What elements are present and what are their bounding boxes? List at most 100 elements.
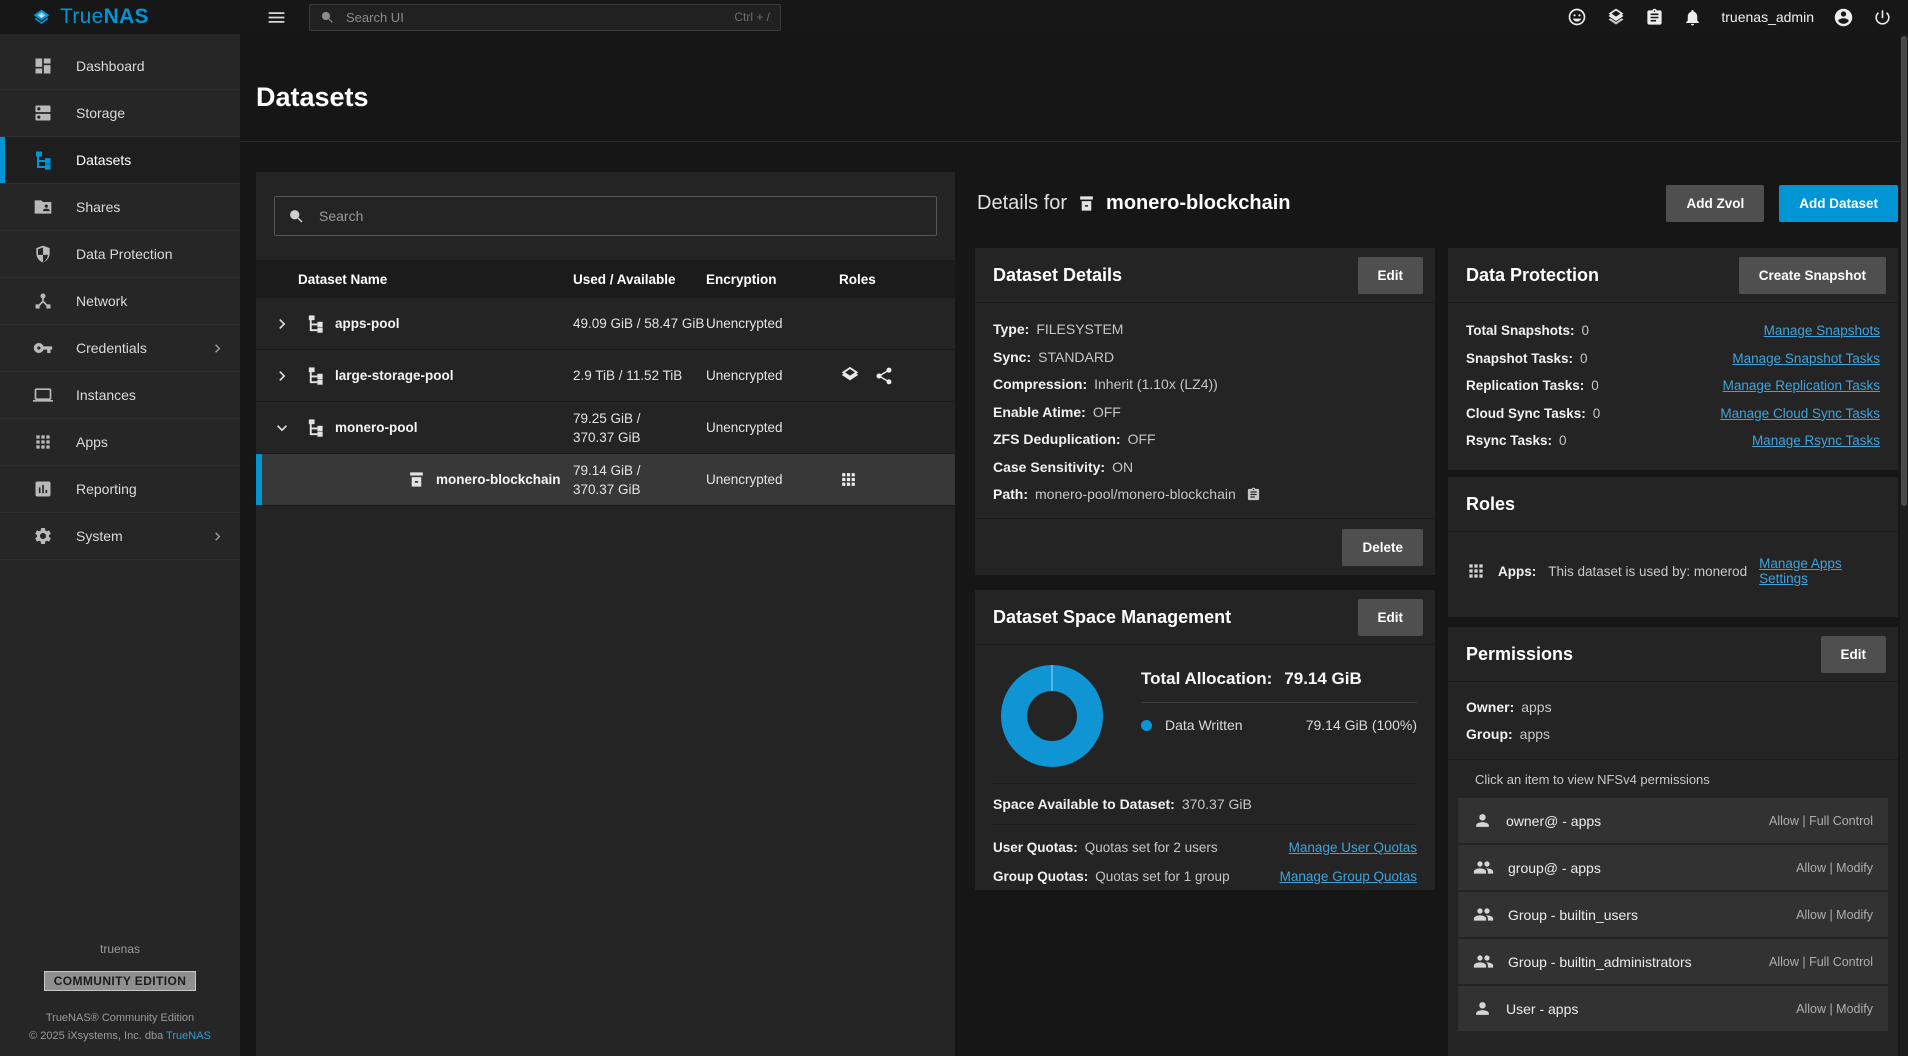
manage-cloud-sync-tasks-link[interactable]: Manage Cloud Sync Tasks bbox=[1720, 400, 1880, 428]
permissions-card: Permissions Edit Owner:apps Group:apps C… bbox=[1448, 627, 1898, 1056]
sidebar-item-reporting[interactable]: Reporting bbox=[0, 466, 240, 513]
detail-row-type: Type:FILESYSTEM bbox=[993, 316, 1417, 344]
laptop-icon bbox=[33, 385, 53, 405]
feedback-smiley-icon[interactable] bbox=[1567, 7, 1587, 27]
detail-row-compression: Compression:Inherit (1.10x (LZ4)) bbox=[993, 371, 1417, 399]
permission-item-user-apps[interactable]: User - apps Allow | Modify bbox=[1458, 986, 1888, 1031]
column-used-available: Used / Available bbox=[573, 270, 706, 289]
manage-user-quotas-link[interactable]: Manage User Quotas bbox=[1289, 833, 1417, 862]
global-search-box[interactable]: Ctrl + / bbox=[309, 4, 781, 31]
table-row-apps-pool[interactable]: apps-pool 49.09 GiB / 58.47 GiB Unencryp… bbox=[256, 298, 955, 350]
page-title: Datasets bbox=[256, 82, 369, 113]
topbar-actions: truenas_admin bbox=[1567, 7, 1908, 28]
delete-dataset-button[interactable]: Delete bbox=[1342, 529, 1423, 566]
permission-item-owner[interactable]: owner@ - apps Allow | Full Control bbox=[1458, 798, 1888, 843]
truenas-logo[interactable]: TrueNAS bbox=[0, 5, 240, 29]
sidebar-item-label: Network bbox=[76, 293, 127, 309]
sidebar-item-label: Shares bbox=[76, 199, 120, 215]
edit-permissions-button[interactable]: Edit bbox=[1821, 636, 1887, 673]
sidebar-item-credentials[interactable]: Credentials bbox=[0, 325, 240, 372]
scrollbar-thumb[interactable] bbox=[1901, 36, 1907, 506]
search-shortcut-hint: Ctrl + / bbox=[734, 10, 770, 24]
sidebar-item-instances[interactable]: Instances bbox=[0, 372, 240, 419]
global-search-input[interactable] bbox=[344, 9, 725, 26]
sidebar-item-datasets[interactable]: Datasets bbox=[0, 137, 240, 184]
create-snapshot-button[interactable]: Create Snapshot bbox=[1739, 257, 1886, 294]
pool-tree-icon bbox=[306, 314, 325, 333]
protection-row-snapshots: Total Snapshots:0Manage Snapshots bbox=[1466, 317, 1880, 345]
column-encryption: Encryption bbox=[706, 272, 839, 287]
pool-tree-icon bbox=[306, 366, 325, 385]
truenas-stack-icon[interactable] bbox=[1606, 7, 1626, 27]
divider bbox=[1448, 759, 1898, 760]
detail-row-case: Case Sensitivity:ON bbox=[993, 454, 1417, 482]
brand-text: TrueNAS bbox=[60, 5, 149, 29]
chevron-right-icon[interactable] bbox=[272, 314, 296, 334]
jobs-clipboard-icon[interactable] bbox=[1645, 8, 1664, 27]
chevron-down-icon[interactable] bbox=[272, 418, 296, 438]
sidebar: Dashboard Storage Datasets Shares Data P… bbox=[0, 34, 240, 1056]
sidebar-item-label: Apps bbox=[76, 434, 108, 450]
manage-replication-tasks-link[interactable]: Manage Replication Tasks bbox=[1723, 372, 1880, 400]
sidebar-item-data-protection[interactable]: Data Protection bbox=[0, 231, 240, 278]
encryption-state: Unencrypted bbox=[706, 420, 839, 435]
dataset-search-input[interactable] bbox=[317, 207, 923, 225]
table-row-monero-blockchain[interactable]: monero-blockchain 79.14 GiB /370.37 GiB … bbox=[256, 454, 955, 506]
sidebar-item-label: Storage bbox=[76, 105, 125, 121]
notifications-bell-icon[interactable] bbox=[1683, 8, 1702, 27]
legend-dot bbox=[1141, 720, 1152, 731]
permission-item-builtin-users[interactable]: Group - builtin_users Allow | Modify bbox=[1458, 892, 1888, 937]
gear-icon bbox=[33, 526, 53, 546]
dataset-bin-icon bbox=[1077, 194, 1096, 213]
key-icon bbox=[33, 338, 53, 358]
people-icon bbox=[1473, 857, 1494, 878]
manage-apps-settings-link[interactable]: Manage Apps Settings bbox=[1759, 556, 1880, 586]
manage-group-quotas-link[interactable]: Manage Group Quotas bbox=[1280, 862, 1417, 891]
manage-snapshots-link[interactable]: Manage Snapshots bbox=[1764, 317, 1880, 345]
permission-item-group[interactable]: group@ - apps Allow | Modify bbox=[1458, 845, 1888, 890]
edit-dataset-details-button[interactable]: Edit bbox=[1358, 257, 1424, 294]
dataset-name: monero-pool bbox=[335, 420, 418, 435]
sidebar-item-dashboard[interactable]: Dashboard bbox=[0, 43, 240, 90]
used-available: 79.14 GiB /370.37 GiB bbox=[573, 461, 706, 499]
hamburger-menu-icon[interactable] bbox=[266, 7, 287, 28]
truenas-link[interactable]: TrueNAS bbox=[166, 1030, 211, 1042]
add-dataset-button[interactable]: Add Dataset bbox=[1779, 185, 1898, 222]
search-icon bbox=[320, 10, 335, 25]
sidebar-item-label: Credentials bbox=[76, 340, 147, 356]
encryption-state: Unencrypted bbox=[706, 472, 839, 487]
add-zvol-button[interactable]: Add Zvol bbox=[1666, 185, 1764, 222]
copy-path-icon[interactable] bbox=[1246, 487, 1261, 502]
people-icon bbox=[1473, 951, 1494, 972]
apps-grid-role-icon bbox=[839, 470, 858, 489]
sidebar-item-storage[interactable]: Storage bbox=[0, 90, 240, 137]
chevron-right-icon[interactable] bbox=[272, 366, 296, 386]
encryption-state: Unencrypted bbox=[706, 368, 839, 383]
detail-row-sync: Sync:STANDARD bbox=[993, 344, 1417, 372]
edition-line: TrueNAS® Community Edition bbox=[0, 1012, 240, 1024]
sidebar-item-label: System bbox=[76, 528, 123, 544]
account-circle-icon[interactable] bbox=[1833, 7, 1854, 28]
apps-grid-icon bbox=[33, 432, 53, 452]
edit-space-button[interactable]: Edit bbox=[1358, 599, 1424, 636]
power-icon[interactable] bbox=[1873, 8, 1892, 27]
sidebar-item-shares[interactable]: Shares bbox=[0, 184, 240, 231]
dataset-name: apps-pool bbox=[335, 316, 400, 331]
sidebar-item-system[interactable]: System bbox=[0, 513, 240, 560]
manage-snapshot-tasks-link[interactable]: Manage Snapshot Tasks bbox=[1732, 345, 1880, 373]
permission-item-builtin-administrators[interactable]: Group - builtin_administrators Allow | F… bbox=[1458, 939, 1888, 984]
owner-row: Owner:apps bbox=[1448, 694, 1898, 721]
table-row-monero-pool[interactable]: monero-pool 79.25 GiB /370.37 GiB Unencr… bbox=[256, 402, 955, 454]
dashboard-icon bbox=[33, 56, 53, 76]
dataset-search-box[interactable] bbox=[274, 196, 937, 236]
manage-rsync-tasks-link[interactable]: Manage Rsync Tasks bbox=[1752, 427, 1880, 455]
detail-row-atime: Enable Atime:OFF bbox=[993, 399, 1417, 427]
topbar: TrueNAS Ctrl + / truenas_admin bbox=[0, 0, 1908, 34]
table-row-large-storage-pool[interactable]: large-storage-pool 2.9 TiB / 11.52 TiB U… bbox=[256, 350, 955, 402]
copyright-line: © 2025 iXsystems, Inc. dba TrueNAS bbox=[0, 1030, 240, 1042]
card-title: Data Protection bbox=[1466, 265, 1599, 286]
sidebar-footer: truenas COMMUNITY EDITION TrueNAS® Commu… bbox=[0, 942, 240, 1048]
sidebar-item-apps[interactable]: Apps bbox=[0, 419, 240, 466]
hostname-label: truenas bbox=[0, 942, 240, 956]
sidebar-item-network[interactable]: Network bbox=[0, 278, 240, 325]
